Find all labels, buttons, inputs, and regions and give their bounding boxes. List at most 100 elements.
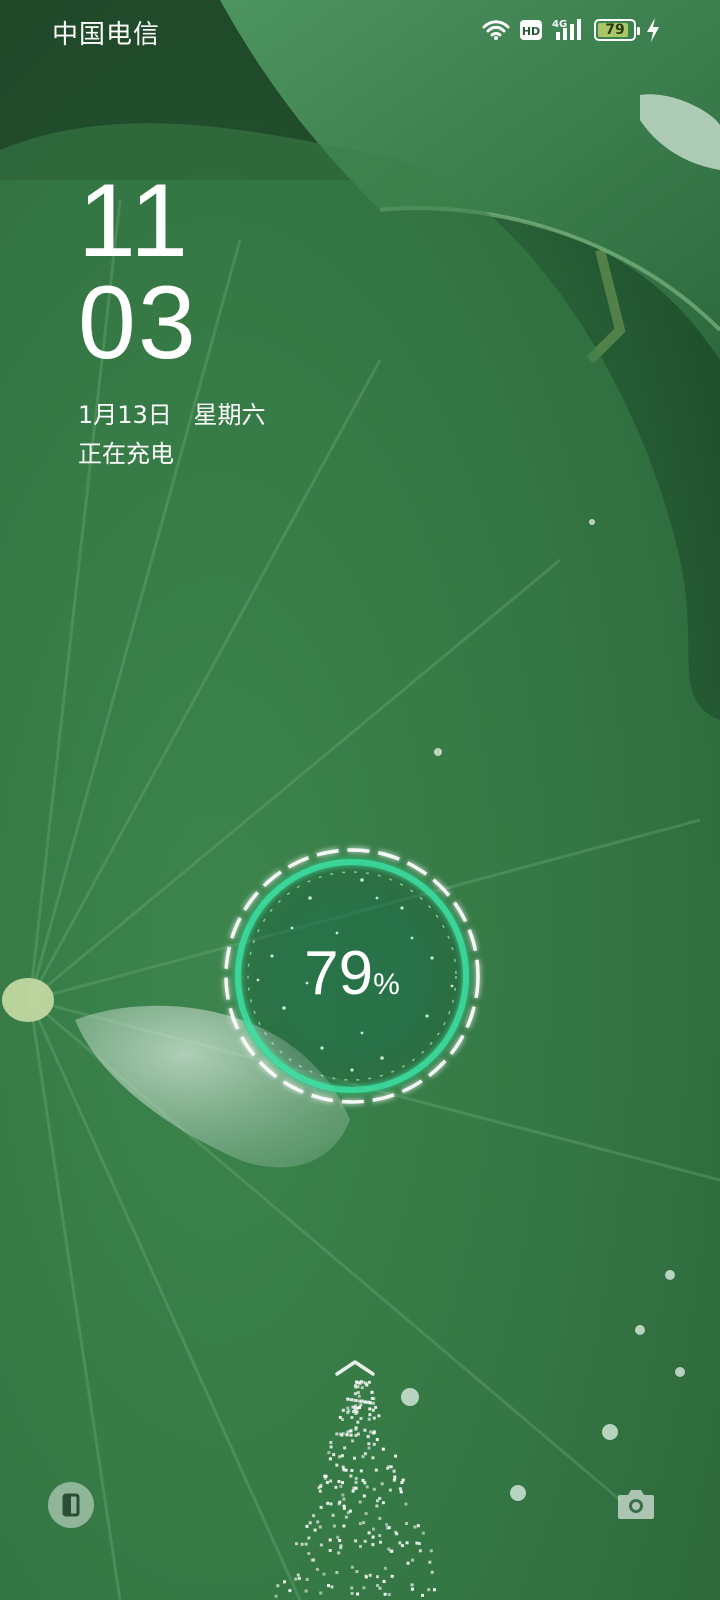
particle [340, 1433, 344, 1437]
particle [334, 1485, 338, 1489]
charging-ring: 79% [212, 838, 492, 1118]
camera-icon[interactable] [612, 1480, 660, 1528]
particle [328, 1549, 332, 1552]
particle [363, 1452, 367, 1456]
particle [326, 1501, 330, 1505]
particle [395, 1532, 399, 1536]
particle [331, 1513, 335, 1517]
particle [318, 1489, 322, 1493]
particle [329, 1502, 333, 1506]
particle [404, 1502, 408, 1506]
particle [329, 1479, 333, 1483]
particle [405, 1522, 408, 1525]
particle [388, 1488, 392, 1492]
particle [371, 1456, 375, 1460]
particle [304, 1542, 308, 1546]
particle [341, 1465, 345, 1469]
particle [361, 1455, 365, 1459]
particle [352, 1410, 356, 1414]
particle [332, 1524, 336, 1528]
particle [307, 1552, 311, 1555]
particle [372, 1442, 376, 1446]
particle [364, 1512, 368, 1516]
particle [378, 1516, 382, 1520]
weekday-label: 星期六 [193, 401, 266, 429]
swipe-particles [274, 1380, 436, 1598]
particle [372, 1401, 375, 1405]
particle [389, 1465, 393, 1469]
particle [385, 1523, 389, 1527]
particle [421, 1593, 424, 1597]
charging-status: 正在充电 [78, 440, 174, 468]
particle [350, 1469, 354, 1472]
particle [315, 1567, 319, 1571]
particle [372, 1431, 376, 1435]
particle [358, 1500, 362, 1504]
particle [316, 1520, 320, 1524]
particle [341, 1493, 345, 1497]
particle [346, 1511, 350, 1515]
particle [327, 1584, 330, 1588]
particle [375, 1504, 379, 1508]
particle [381, 1447, 385, 1451]
particle [379, 1540, 382, 1544]
particle [354, 1433, 358, 1437]
particle [313, 1528, 317, 1532]
particle [353, 1405, 357, 1409]
particle [296, 1573, 300, 1577]
particle [336, 1535, 340, 1539]
particle [410, 1587, 414, 1591]
particle [354, 1480, 358, 1484]
chevron-up-icon[interactable] [334, 1358, 376, 1382]
particle [338, 1455, 342, 1459]
particle [358, 1522, 362, 1526]
status-bar: 中国电信 HD 4G 79 [0, 0, 720, 64]
particle [394, 1454, 398, 1458]
particle [343, 1446, 347, 1450]
particle [354, 1385, 358, 1389]
particle [367, 1417, 371, 1421]
particle [367, 1446, 371, 1450]
particle [325, 1480, 329, 1484]
particle [344, 1468, 348, 1472]
wallet-card-icon[interactable] [48, 1482, 94, 1528]
particle [304, 1589, 308, 1593]
particle [350, 1565, 354, 1569]
particle [297, 1576, 301, 1580]
particle [335, 1571, 339, 1574]
particle [356, 1420, 360, 1424]
particle [363, 1428, 367, 1432]
particle [354, 1428, 358, 1431]
particle [368, 1413, 372, 1417]
particle [378, 1534, 382, 1538]
particle [376, 1575, 379, 1579]
clock-minute: 03 [78, 265, 198, 381]
hd-icon: HD [520, 20, 542, 40]
particle [421, 1531, 425, 1535]
particle [327, 1451, 331, 1455]
particle [312, 1514, 316, 1518]
particle [346, 1430, 350, 1434]
particle [383, 1592, 387, 1596]
particle [322, 1572, 326, 1576]
particle [383, 1566, 387, 1570]
particle [356, 1592, 360, 1596]
particle [382, 1580, 386, 1583]
particle [357, 1394, 361, 1398]
particle [380, 1482, 384, 1486]
particle [295, 1542, 298, 1546]
date-line: 1月13日 星期六 [78, 395, 279, 430]
particle [362, 1586, 366, 1590]
particle [328, 1457, 332, 1461]
particle [400, 1544, 404, 1548]
particle [398, 1487, 402, 1491]
particle [355, 1399, 359, 1403]
particle [274, 1594, 278, 1598]
charging-percent: 79 [304, 939, 374, 1008]
particle [300, 1542, 304, 1546]
particle [340, 1454, 344, 1458]
particle [319, 1543, 323, 1547]
particle [377, 1414, 381, 1418]
particle [305, 1577, 309, 1581]
particle [353, 1392, 357, 1396]
